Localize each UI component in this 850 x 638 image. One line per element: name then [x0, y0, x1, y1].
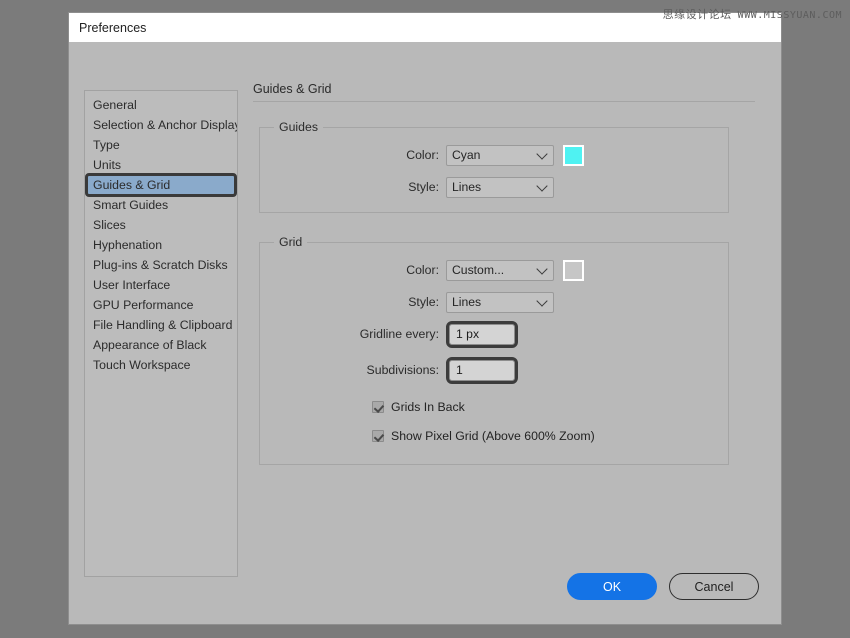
guides-group: Guides Color: Cyan Style: Lines — [259, 120, 729, 213]
guides-style-select[interactable]: Lines — [446, 177, 554, 198]
chevron-down-icon — [536, 148, 547, 159]
show-pixel-grid-label: Show Pixel Grid (Above 600% Zoom) — [391, 429, 595, 443]
gridline-every-label: Gridline every: — [272, 327, 446, 341]
show-pixel-grid-row[interactable]: Show Pixel Grid (Above 600% Zoom) — [372, 426, 716, 446]
sidebar-item-user-interface[interactable]: User Interface — [85, 275, 237, 295]
gridline-every-input[interactable]: 1 px — [449, 324, 515, 345]
watermark-cn-text: 思缘设计论坛 — [663, 8, 732, 21]
preferences-main-panel: Guides & Grid Guides Color: Cyan Style: … — [253, 82, 759, 465]
guides-color-swatch[interactable] — [563, 145, 584, 166]
guides-group-legend: Guides — [274, 120, 323, 134]
sidebar-item-plug-ins-scratch-disks[interactable]: Plug-ins & Scratch Disks — [85, 255, 237, 275]
sidebar-item-units[interactable]: Units — [85, 155, 237, 175]
grid-color-value: Custom... — [452, 263, 504, 277]
grid-color-label: Color: — [272, 263, 446, 277]
dialog-footer: OK Cancel — [567, 573, 759, 600]
grid-style-label: Style: — [272, 295, 446, 309]
preferences-dialog: Preferences GeneralSelection & Anchor Di… — [68, 12, 782, 625]
guides-style-label: Style: — [272, 180, 446, 194]
dialog-title: Preferences — [79, 21, 146, 35]
grids-in-back-checkbox[interactable] — [372, 401, 384, 413]
watermark-url-text: WWW.MISSYUAN.COM — [738, 10, 842, 21]
sidebar-item-touch-workspace[interactable]: Touch Workspace — [85, 355, 237, 375]
sidebar-item-appearance-of-black[interactable]: Appearance of Black — [85, 335, 237, 355]
cancel-button[interactable]: Cancel — [669, 573, 759, 600]
grid-color-swatch[interactable] — [563, 260, 584, 281]
grid-style-value: Lines — [452, 295, 481, 309]
dialog-body: GeneralSelection & Anchor DisplayTypeUni… — [69, 42, 781, 624]
grids-in-back-label: Grids In Back — [391, 400, 465, 414]
subdivisions-label: Subdivisions: — [272, 363, 446, 377]
grid-style-select[interactable]: Lines — [446, 292, 554, 313]
guides-color-select[interactable]: Cyan — [446, 145, 554, 166]
grid-group: Grid Color: Custom... Style: Lines — [259, 235, 729, 465]
sidebar-item-slices[interactable]: Slices — [85, 215, 237, 235]
chevron-down-icon — [536, 180, 547, 191]
sidebar-item-gpu-performance[interactable]: GPU Performance — [85, 295, 237, 315]
gridline-every-row: Gridline every: 1 px — [272, 323, 716, 345]
sidebar-item-selection-anchor-display[interactable]: Selection & Anchor Display — [85, 115, 237, 135]
chevron-down-icon — [536, 263, 547, 274]
sidebar-item-guides-grid[interactable]: Guides & Grid — [87, 175, 235, 195]
chevron-down-icon — [536, 295, 547, 306]
grid-group-legend: Grid — [274, 235, 307, 249]
sidebar-item-general[interactable]: General — [85, 95, 237, 115]
show-pixel-grid-checkbox[interactable] — [372, 430, 384, 442]
grid-color-select[interactable]: Custom... — [446, 260, 554, 281]
sidebar-item-smart-guides[interactable]: Smart Guides — [85, 195, 237, 215]
guides-style-value: Lines — [452, 180, 481, 194]
sidebar-item-type[interactable]: Type — [85, 135, 237, 155]
guides-color-row: Color: Cyan — [272, 144, 716, 166]
guides-color-label: Color: — [272, 148, 446, 162]
page-title: Guides & Grid — [253, 82, 755, 102]
guides-color-value: Cyan — [452, 148, 480, 162]
grid-style-row: Style: Lines — [272, 291, 716, 313]
ok-button[interactable]: OK — [567, 573, 657, 600]
subdivisions-row: Subdivisions: 1 — [272, 359, 716, 381]
preferences-category-list[interactable]: GeneralSelection & Anchor DisplayTypeUni… — [84, 90, 238, 577]
grids-in-back-row[interactable]: Grids In Back — [372, 397, 716, 417]
subdivisions-input[interactable]: 1 — [449, 360, 515, 381]
guides-style-row: Style: Lines — [272, 176, 716, 198]
sidebar-item-file-handling-clipboard[interactable]: File Handling & Clipboard — [85, 315, 237, 335]
grid-color-row: Color: Custom... — [272, 259, 716, 281]
watermark: 思缘设计论坛 WWW.MISSYUAN.COM — [663, 6, 842, 22]
sidebar-item-hyphenation[interactable]: Hyphenation — [85, 235, 237, 255]
